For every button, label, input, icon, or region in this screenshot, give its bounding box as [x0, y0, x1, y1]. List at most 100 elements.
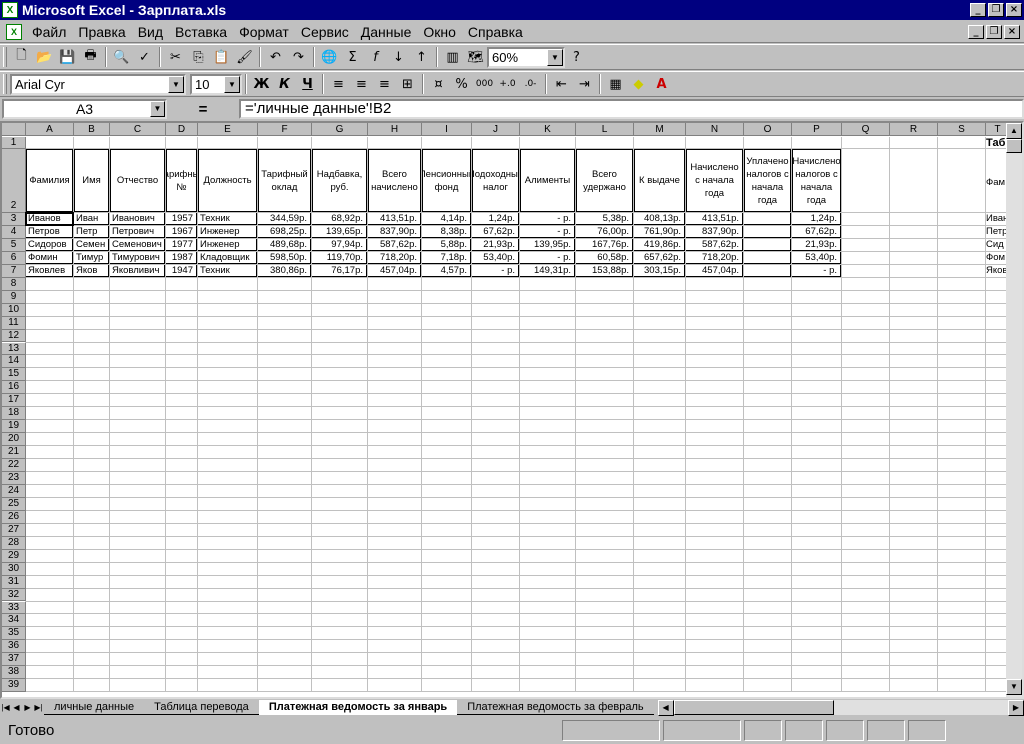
align-right-icon[interactable]: ≡ — [373, 73, 396, 95]
table-cell[interactable]: 68,92р. — [312, 213, 367, 225]
row-header-19[interactable]: 19 — [2, 420, 26, 434]
table-cell[interactable]: 761,90р. — [634, 225, 685, 238]
workbook-icon[interactable]: X — [6, 23, 22, 40]
scroll-thumb[interactable] — [1006, 139, 1022, 153]
table-cell[interactable]: 5,38р. — [576, 213, 633, 225]
row-header-18[interactable]: 18 — [2, 407, 26, 421]
hyperlink-icon[interactable]: 🌐 — [318, 46, 341, 68]
table-cell[interactable]: 489,68р. — [258, 238, 311, 251]
table-cell[interactable]: 413,51р. — [686, 213, 743, 225]
table-cell[interactable]: 1,24р. — [472, 213, 519, 225]
last-sheet-icon[interactable]: ▶| — [33, 701, 44, 714]
table-cell[interactable]: 67,62р. — [792, 225, 841, 238]
row-header-32[interactable]: 32 — [2, 588, 26, 602]
row-header-6[interactable]: 6 — [2, 251, 26, 265]
worksheet-grid[interactable]: A B C D E F G H I J K L M N O P Q R S T 1 2 3 4 5 6 7 8 9 10 11 12 13 14 1… — [0, 121, 1024, 699]
row-header-23[interactable]: 23 — [2, 472, 26, 485]
sort-asc-icon[interactable]: ↓ — [387, 46, 410, 68]
scroll-down-icon[interactable]: ▼ — [1006, 679, 1022, 695]
column-header-i[interactable]: I — [422, 123, 472, 136]
row-header-20[interactable]: 20 — [2, 433, 26, 447]
header-cell[interactable]: Начислено с начала года — [686, 149, 743, 212]
row-header-25[interactable]: 25 — [2, 497, 26, 511]
column-header-c[interactable]: C — [110, 123, 166, 136]
header-cell[interactable]: Отчество — [110, 149, 165, 212]
scroll-up-icon[interactable]: ▲ — [1006, 123, 1022, 139]
header-cell[interactable]: Тарифный оклад — [258, 149, 311, 212]
sheet-tab-january[interactable]: Платежная ведомость за январь — [258, 700, 458, 715]
row-header-34[interactable]: 34 — [2, 614, 26, 628]
chevron-down-icon[interactable]: ▼ — [224, 75, 240, 93]
row-header-3[interactable]: 3 — [2, 213, 26, 226]
table-cell[interactable]: 657,62р. — [634, 251, 685, 264]
formula-input[interactable]: ='личные данные'!B2 — [239, 99, 1024, 119]
row-header-2[interactable]: 2 — [2, 149, 26, 213]
table-cell[interactable]: - р. — [520, 213, 575, 225]
table-cell[interactable] — [744, 225, 791, 238]
table-cell[interactable]: 53,40р. — [792, 251, 841, 264]
table-cell[interactable]: Тимур — [74, 251, 109, 264]
chevron-down-icon[interactable]: ▼ — [150, 101, 165, 117]
percent-button[interactable]: % — [450, 73, 473, 95]
table-cell[interactable]: 419,86р. — [634, 238, 685, 251]
table-cell[interactable]: Фомин — [26, 251, 73, 264]
autosum-icon[interactable]: Σ — [341, 46, 364, 68]
currency-icon[interactable]: ¤ — [427, 73, 450, 95]
underline-button[interactable]: Ч — [296, 73, 319, 95]
table-cell[interactable]: Петр — [74, 225, 109, 238]
copy-icon[interactable]: ⎘ — [187, 46, 210, 68]
hscroll-thumb[interactable] — [673, 700, 834, 715]
align-center-icon[interactable]: ≡ — [350, 73, 373, 95]
print-preview-icon[interactable]: 🔍 — [110, 46, 133, 68]
row-header-4[interactable]: 4 — [2, 225, 26, 239]
scroll-left-icon[interactable]: ◀ — [657, 699, 674, 716]
prev-sheet-icon[interactable]: ◀ — [11, 701, 22, 714]
row-header-10[interactable]: 10 — [2, 303, 26, 317]
doc-close-icon[interactable]: × — [1004, 25, 1020, 39]
row-header-35[interactable]: 35 — [2, 627, 26, 641]
table-cell[interactable]: Иван — [74, 213, 109, 225]
table-cell[interactable] — [744, 238, 791, 251]
table-cell[interactable]: - р. — [520, 251, 575, 264]
print-icon[interactable]: 🖶 — [79, 46, 102, 68]
select-all-corner[interactable] — [2, 123, 26, 136]
row-header-30[interactable]: 30 — [2, 562, 26, 576]
chart-wizard-icon[interactable]: ▥ — [441, 46, 464, 68]
row-header-17[interactable]: 17 — [2, 394, 26, 408]
row-header-16[interactable]: 16 — [2, 381, 26, 395]
table-cell[interactable]: Семенович — [110, 238, 165, 251]
header-cell[interactable]: Алименты — [520, 149, 575, 212]
restore-icon[interactable]: ❐ — [988, 3, 1004, 17]
table-cell[interactable]: 60,58р. — [576, 251, 633, 264]
table-cell[interactable]: Фом — [986, 252, 1005, 264]
header-cell[interactable]: Уплачено налогов с начала года — [744, 149, 791, 212]
table-cell[interactable] — [744, 264, 791, 277]
format-painter-icon[interactable]: 🖌 — [233, 46, 256, 68]
column-header-m[interactable]: M — [634, 123, 686, 136]
table-cell[interactable]: - р. — [520, 225, 575, 238]
decrease-decimal-icon[interactable]: .0- — [519, 73, 542, 95]
table-cell[interactable]: 139,95р. — [520, 238, 575, 251]
row-header-22[interactable]: 22 — [2, 459, 26, 472]
menu-file[interactable]: Файл — [26, 24, 72, 40]
row-header-5[interactable]: 5 — [2, 238, 26, 252]
header-cell[interactable]: Имя — [74, 149, 109, 212]
bold-button[interactable]: Ж — [250, 73, 273, 95]
spelling-icon[interactable]: ✓ — [133, 46, 156, 68]
minimize-icon[interactable]: _ — [970, 3, 986, 17]
chevron-down-icon[interactable]: ▼ — [168, 75, 184, 93]
header-cell[interactable]: Тарифный № — [166, 149, 197, 212]
table-cell[interactable]: 21,93р. — [472, 238, 519, 251]
function-icon[interactable]: f — [364, 46, 387, 68]
row-header-15[interactable]: 15 — [2, 368, 26, 382]
doc-restore-icon[interactable]: ❐ — [986, 25, 1002, 39]
table-cell[interactable]: 718,20р. — [686, 251, 743, 264]
table-cell[interactable]: 1947 — [166, 264, 197, 277]
name-box[interactable]: A3 ▼ — [2, 99, 167, 119]
menu-insert[interactable]: Вставка — [169, 24, 233, 40]
table-cell[interactable]: 718,20р. — [368, 251, 421, 264]
table-cell[interactable]: 1977 — [166, 238, 197, 251]
new-icon[interactable]: 🗋 — [10, 46, 33, 68]
table-cell[interactable]: Петрович — [110, 225, 165, 238]
table-cell[interactable]: 408,13р. — [634, 213, 685, 225]
